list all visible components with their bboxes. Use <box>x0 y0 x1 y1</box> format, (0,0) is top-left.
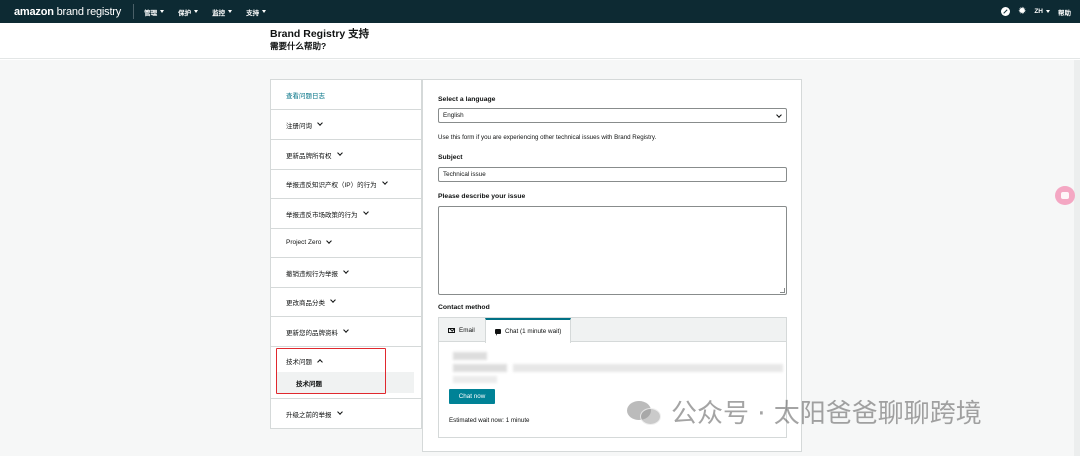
nav-manage[interactable]: 管理 <box>144 7 165 17</box>
sidebar-item-label: 举报违反知识产权（IP）的行为 <box>286 181 377 189</box>
mail-icon <box>448 327 455 333</box>
sidebar-item-label: 查看问题日志 <box>286 92 325 100</box>
contact-method-label: Contact method <box>438 304 490 311</box>
nav-protect[interactable]: 保护 <box>178 7 199 17</box>
sidebar-item-escalate[interactable]: 升级之前的举报 <box>271 398 421 428</box>
chevron-down-icon <box>326 238 333 244</box>
form-note: Use this form if you are experiencing ot… <box>438 134 657 141</box>
sidebar-item-brand-profile[interactable]: 更新您的品牌资料 <box>271 317 421 347</box>
floating-assistant-icon[interactable] <box>1055 186 1075 205</box>
nav-support[interactable]: 支持 <box>246 7 267 17</box>
sidebar-item-view-case-log[interactable]: 查看问题日志 <box>271 80 421 110</box>
estimated-wait: Estimated wait now: 1 minute <box>449 417 530 424</box>
sidebar-item-label: 更新您的品牌资料 <box>286 329 338 337</box>
chat-now-button[interactable]: Chat now <box>449 389 495 404</box>
sidebar-item-change-category[interactable]: 更改商品分类 <box>271 287 421 317</box>
annotation-highlight-box <box>276 348 386 394</box>
chevron-down-icon <box>381 179 388 185</box>
tab-chat-label: Chat (1 minute wait) <box>505 328 562 335</box>
issue-description-textarea[interactable] <box>438 206 787 295</box>
nav-manage-label: 管理 <box>144 9 158 17</box>
tab-chat[interactable]: Chat (1 minute wait) <box>485 318 572 343</box>
sidebar-item-brand-ownership[interactable]: 更新品牌所有权 <box>271 140 421 170</box>
watermark: 公众号 · 太阳爸爸聊聊跨境 <box>627 393 982 430</box>
describe-label: Please describe your issue <box>438 193 526 200</box>
nav-protect-label: 保护 <box>178 9 192 17</box>
logo-brand-registry: brand registry <box>53 5 122 18</box>
tabs-bar: Email Chat (1 minute wait) <box>439 318 786 343</box>
subject-label: Subject <box>438 154 463 161</box>
obscured-content <box>451 349 786 389</box>
chevron-down-icon <box>343 327 349 333</box>
top-nav: amazon brand registry 管理 保护 监控 支持 ✹ ZH 帮… <box>0 0 1080 23</box>
nav-monitor-label: 监控 <box>212 9 226 17</box>
sidebar-item-label: 更改商品分类 <box>286 299 325 307</box>
sidebar-item-label: 注册问询 <box>286 122 312 130</box>
page-header <box>0 23 1080 59</box>
caret-down-icon <box>228 10 233 13</box>
nav-monitor[interactable]: 监控 <box>212 7 233 17</box>
sidebar-item-report-ip[interactable]: 举报违反知识产权（IP）的行为 <box>271 169 421 199</box>
caret-down-icon <box>194 10 199 13</box>
help-link[interactable]: 帮助 <box>1058 7 1071 17</box>
language-select[interactable]: English <box>438 108 787 123</box>
chevron-down-icon <box>336 409 343 415</box>
nav-support-label: 支持 <box>246 9 260 17</box>
subject-input[interactable]: Technical issue <box>438 167 787 182</box>
chevron-down-icon <box>336 150 343 156</box>
chevron-down-icon <box>362 209 369 215</box>
language-selector[interactable]: ZH <box>1034 8 1050 15</box>
sidebar-item-registration[interactable]: 注册问询 <box>271 110 421 140</box>
tab-email-label: Email <box>459 326 475 334</box>
chat-icon <box>495 329 501 336</box>
sidebar-item-project-zero[interactable]: Project Zero <box>271 228 421 258</box>
sidebar-item-label: 更新品牌所有权 <box>286 152 332 160</box>
tab-email[interactable]: Email <box>439 318 484 342</box>
logo-amazon: amazon <box>14 5 54 18</box>
caret-down-icon <box>262 10 267 13</box>
caret-down-icon <box>1046 10 1050 13</box>
resize-handle-icon[interactable] <box>780 288 785 293</box>
nav-right: ✹ ZH 帮助 <box>1000 0 1071 23</box>
chevron-down-icon <box>317 120 323 126</box>
page-subtitle: 需要什么帮助? <box>270 41 327 51</box>
chevron-down-icon <box>776 112 782 118</box>
caret-down-icon <box>160 10 165 13</box>
sidebar-item-label: 升级之前的举报 <box>286 411 332 419</box>
watermark-text: 公众号 · 太阳爸爸聊聊跨境 <box>671 399 982 429</box>
language-label: Select a language <box>438 96 496 103</box>
scrollbar[interactable] <box>1074 60 1080 456</box>
brand-registry-logo[interactable]: amazon brand registry <box>14 6 121 18</box>
sidebar-item-report-policy[interactable]: 举报违反市场政策的行为 <box>271 199 421 229</box>
wechat-icon <box>627 397 665 427</box>
sidebar-item-label: 举报违反市场政策的行为 <box>286 211 358 219</box>
chevron-down-icon <box>330 297 336 303</box>
nav-divider <box>133 4 135 19</box>
gear-icon[interactable]: ✹ <box>1018 6 1026 17</box>
sidebar-item-label: Project Zero <box>286 239 322 246</box>
sidebar-item-label: 撤销违规行为举报 <box>286 270 338 278</box>
chevron-down-icon <box>343 268 349 274</box>
language-label: ZH <box>1034 8 1043 15</box>
language-select-value: English <box>443 112 464 119</box>
page-title: Brand Registry 支持 <box>270 28 370 40</box>
subject-input-value: Technical issue <box>443 171 486 178</box>
compass-icon[interactable] <box>1000 7 1010 16</box>
sidebar-item-retract-report[interactable]: 撤销违规行为举报 <box>271 258 421 288</box>
